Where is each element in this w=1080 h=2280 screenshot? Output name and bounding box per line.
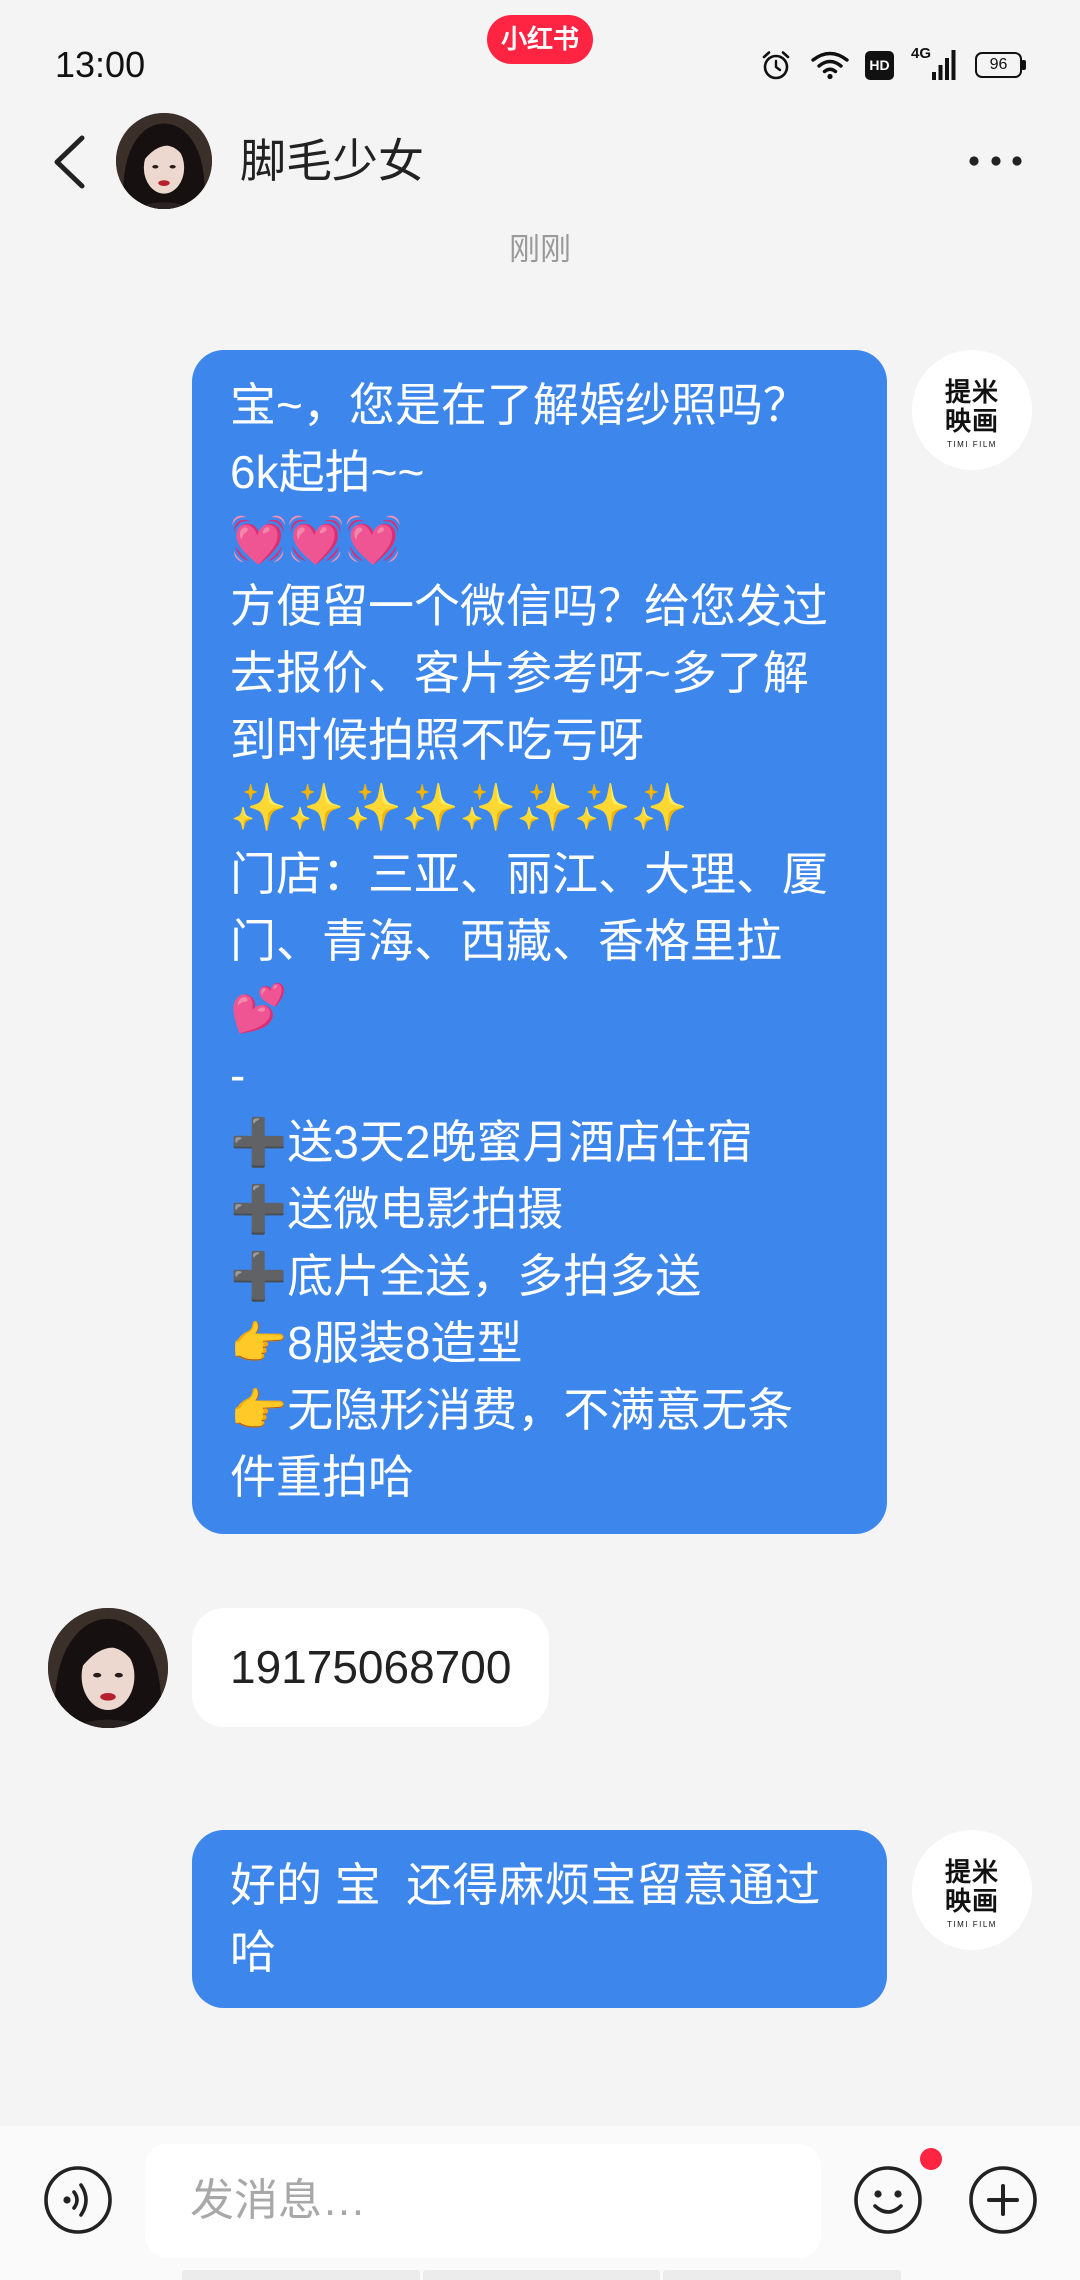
message-line: 💓💓💓: [230, 513, 402, 565]
status-bar: 13:00 小红书 HD 4G 96: [0, 0, 1080, 110]
signal-icon: [932, 50, 956, 80]
message-line: 好的 宝 还得麻烦宝留意通过: [230, 1859, 821, 1911]
wifi-icon: [810, 50, 850, 80]
message-line: ➕送微电影拍摄: [230, 1183, 564, 1235]
self-avatar-logo-line2: 映画: [944, 406, 999, 436]
battery-icon: 96: [975, 52, 1022, 78]
message-line: 方便留一个微信吗？给您发过: [230, 580, 828, 632]
message-line: 门、青海、西藏、香格里拉: [230, 915, 782, 967]
self-avatar-logo-tagline: TIMI FILM: [947, 440, 997, 449]
message-line: 件重拍哈: [230, 1451, 414, 1503]
message-line: 门店：三亚、丽江、大理、厦: [230, 848, 828, 900]
voice-icon: [44, 2166, 112, 2234]
bottom-strip: [182, 2270, 902, 2280]
contact-chat-avatar[interactable]: [48, 1608, 168, 1728]
back-button[interactable]: [44, 130, 94, 194]
message-input-bar: [0, 2126, 1080, 2280]
self-avatar[interactable]: 提米 映画 TIMI FILM: [912, 350, 1032, 470]
emoji-icon: [854, 2166, 922, 2234]
message-line: 到时候拍照不吃亏呀: [230, 714, 644, 766]
strip-segment: [182, 2270, 420, 2280]
chevron-left-icon: [54, 135, 85, 189]
plus-icon: [969, 2166, 1037, 2234]
more-actions-button[interactable]: [968, 2165, 1038, 2235]
message-input[interactable]: [145, 2144, 821, 2258]
message-line: 哈: [230, 1926, 276, 1978]
message-line: 6k起拍~~: [230, 446, 425, 498]
contact-avatar[interactable]: [116, 113, 212, 209]
message-line: 去报价、客片参考呀~多了解: [230, 647, 809, 699]
message-line: 👉无隐形消费，不满意无条: [230, 1384, 794, 1436]
self-avatar-logo-line1: 提米: [944, 1857, 999, 1887]
message-line: ✨✨✨✨✨✨✨✨: [230, 781, 689, 833]
message-line: 19175068700: [230, 1641, 512, 1693]
alarm-icon: [760, 49, 792, 81]
status-time: 13:00: [55, 44, 146, 85]
self-avatar[interactable]: 提米 映画 TIMI FILM: [912, 1830, 1032, 1950]
message-line: 👉8服装8造型: [230, 1317, 523, 1369]
battery-nub: [1022, 60, 1026, 70]
contact-name[interactable]: 脚毛少女: [240, 133, 424, 189]
battery-level: 96: [989, 56, 1008, 73]
hd-icon: HD: [865, 51, 894, 80]
emoji-button[interactable]: [853, 2165, 923, 2235]
xiaohongshu-badge: 小红书: [487, 15, 593, 64]
sent-message-bubble[interactable]: 好的 宝 还得麻烦宝留意通过哈: [192, 1830, 887, 2008]
message-timestamp: 刚刚: [509, 232, 571, 267]
more-horizontal-icon: [969, 156, 1022, 166]
received-message-bubble[interactable]: 19175068700: [192, 1608, 550, 1727]
avatar-photo-icon: [48, 1608, 168, 1728]
sent-message-bubble[interactable]: 宝~，您是在了解婚纱照吗？ 6k起拍~~ 💓💓💓 方便留一个微信吗？给您发过 去报价、客…: [192, 350, 887, 1534]
message-line: 💕: [230, 982, 288, 1034]
self-avatar-logo-tagline: TIMI FILM: [947, 1920, 997, 1929]
message-line: -: [230, 1049, 246, 1101]
message-line: 宝~，您是在了解婚纱照吗？: [230, 379, 809, 431]
strip-segment: [663, 2270, 902, 2280]
self-avatar-logo-line2: 映画: [944, 1886, 999, 1916]
self-avatar-logo-line1: 提米: [944, 377, 999, 407]
voice-button[interactable]: [43, 2165, 113, 2235]
avatar-photo-icon: [116, 113, 212, 209]
notification-dot: [920, 2148, 942, 2170]
network-type-label: 4G: [911, 45, 932, 62]
strip-segment: [422, 2270, 661, 2280]
message-line: ➕送3天2晚蜜月酒店住宿: [230, 1116, 753, 1168]
more-button[interactable]: [965, 150, 1027, 172]
message-line: ➕底片全送，多拍多送: [230, 1250, 702, 1302]
